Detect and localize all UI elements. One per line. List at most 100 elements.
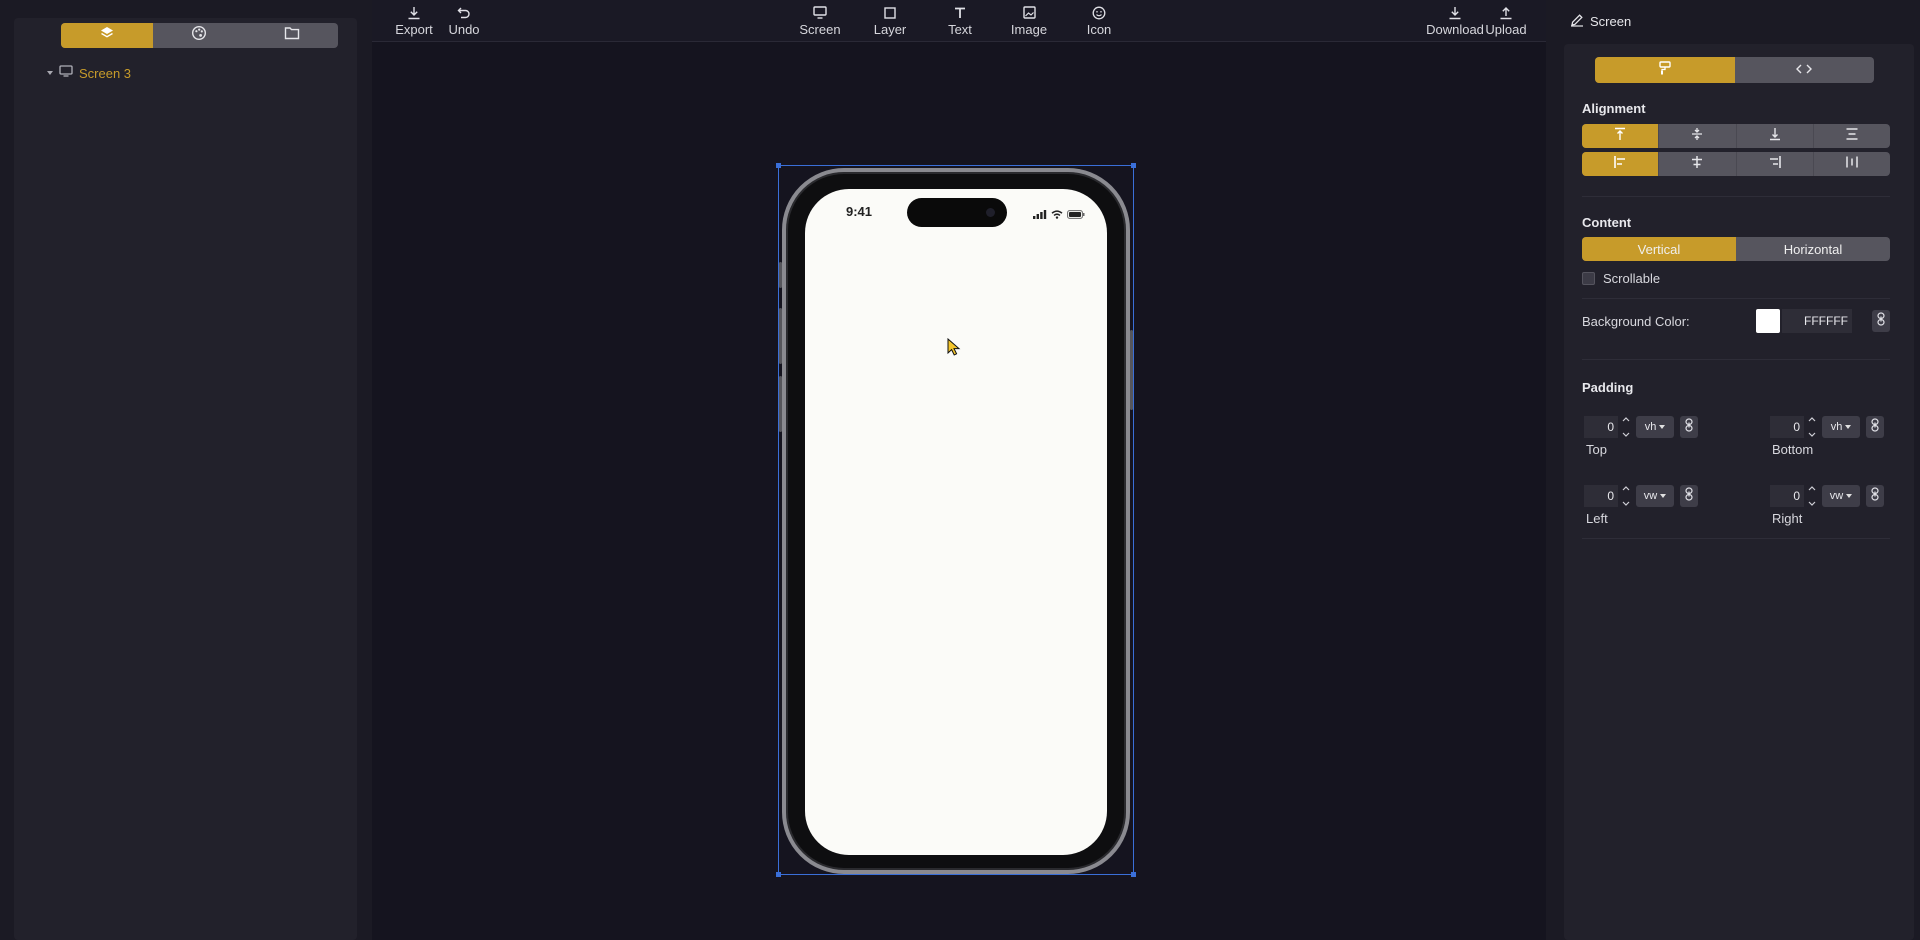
padding-left-unit-select[interactable]: vw [1636,485,1674,507]
add-text-button[interactable]: Text [932,4,988,37]
divider [1582,538,1890,539]
chevron-down-icon[interactable] [47,71,53,75]
properties-body: Alignment Content Vertical Horizontal Sc… [1564,44,1914,940]
padding-bottom-stepper[interactable] [1806,414,1818,440]
align-top-button[interactable] [1582,124,1660,148]
alignment-title: Alignment [1582,101,1646,116]
divider [1582,359,1890,360]
resize-handle-bottom-right[interactable] [1131,872,1136,877]
mouse-cursor-icon [947,337,961,361]
padding-right-stepper[interactable] [1806,483,1818,509]
padding-top-input[interactable]: 0 [1584,416,1618,438]
tab-code[interactable] [1735,57,1875,83]
align-bottom-icon [1768,127,1782,146]
padding-bottom-input[interactable]: 0 [1770,416,1804,438]
padding-right-unit-select[interactable]: vw [1822,485,1860,507]
padding-top-link-button[interactable] [1680,416,1698,438]
resize-handle-bottom-left[interactable] [776,872,781,877]
align-center-button[interactable] [1659,152,1737,176]
padding-bottom-control: 0 vh Bottom [1770,416,1890,476]
padding-bottom-link-button[interactable] [1866,416,1884,438]
properties-header: Screen [1546,0,1920,42]
scrollable-row[interactable]: Scrollable [1582,271,1660,286]
distribute-vertical-icon [1845,127,1859,146]
tree-item-screen[interactable]: Screen 3 [47,64,131,82]
add-image-button[interactable]: Image [1001,4,1057,37]
layer-tree-panel: Screen 3 [14,18,357,940]
tab-files[interactable] [246,23,338,48]
horizontal-alignment-group [1582,152,1890,176]
undo-button[interactable]: Undo [436,4,492,37]
link-icon [1871,486,1879,506]
content-vertical-option[interactable]: Vertical [1582,237,1736,261]
padding-left-stepper[interactable] [1620,483,1632,509]
link-icon [1685,486,1693,506]
properties-panel: Screen Alignment Content Vertical Horizo… [1546,0,1920,940]
add-icon-button[interactable]: Icon [1071,4,1127,37]
padding-top-stepper[interactable] [1620,414,1632,440]
chevron-down-icon [1846,494,1853,498]
code-icon [1796,61,1813,79]
download-icon [407,4,421,21]
left-panel-tabs [61,23,338,48]
paint-roller-icon [1658,60,1672,80]
padding-left-link-button[interactable] [1680,485,1698,507]
padding-right-input[interactable]: 0 [1770,485,1804,507]
padding-right-link-button[interactable] [1866,485,1884,507]
background-color-label: Background Color: [1582,314,1690,329]
padding-left-input[interactable]: 0 [1584,485,1618,507]
resize-handle-top-right[interactable] [1131,163,1136,168]
tab-design[interactable] [1595,57,1735,83]
smiley-icon [1092,4,1106,21]
align-middle-button[interactable] [1659,124,1737,148]
wifi-icon [1051,206,1063,224]
align-bottom-button[interactable] [1737,124,1814,148]
padding-bottom-label: Bottom [1772,442,1814,457]
upload-button[interactable]: Upload [1478,4,1534,37]
status-icons [1033,206,1085,224]
upload-icon [1499,4,1513,21]
tab-layers[interactable] [61,23,154,48]
tab-styles[interactable] [153,23,245,48]
padding-right-label: Right [1772,511,1803,526]
scrollable-checkbox[interactable] [1582,272,1595,285]
chevron-down-icon [1845,425,1852,429]
resize-handle-top-left[interactable] [776,163,781,168]
link-icon [1685,417,1693,437]
padding-left-label: Left [1586,511,1608,526]
export-button[interactable]: Export [386,4,442,37]
background-color-link-button[interactable] [1872,310,1890,332]
align-vertical-center-icon [1690,127,1704,146]
properties-title: Screen [1590,13,1632,29]
undo-icon [457,4,471,21]
download-button[interactable]: Download [1426,4,1484,37]
padding-top-control: 0 vh Top [1584,416,1704,476]
align-left-button[interactable] [1582,152,1660,176]
background-color-input[interactable]: FFFFFF [1782,309,1852,333]
padding-right-control: 0 vw Right [1770,485,1890,545]
padding-left-control: 0 vw Left [1584,485,1704,545]
phone-frame[interactable]: 9:41 [782,168,1130,874]
background-color-row: Background Color: FFFFFF [1582,309,1890,333]
add-layer-button[interactable]: Layer [862,4,918,37]
background-color-swatch[interactable] [1756,309,1780,333]
padding-title: Padding [1582,380,1634,395]
phone-screen[interactable]: 9:41 [805,189,1107,855]
align-left-icon [1613,155,1627,174]
chevron-down-icon [1659,425,1666,429]
tree-item-label: Screen 3 [79,65,132,81]
image-icon [1022,4,1036,21]
left-panel: Screen 3 [0,0,372,940]
scrollable-label: Scrollable [1603,271,1661,286]
distribute-vertical-button[interactable] [1814,124,1890,148]
padding-top-unit-select[interactable]: vh [1636,416,1674,438]
monitor-icon [59,64,73,82]
add-screen-button[interactable]: Screen [792,4,848,37]
align-right-button[interactable] [1737,152,1814,176]
padding-bottom-unit-select[interactable]: vh [1822,416,1860,438]
signal-icon [1033,206,1047,224]
dynamic-island [907,198,1007,227]
distribute-horizontal-button[interactable] [1814,152,1890,176]
link-icon [1877,311,1885,331]
content-horizontal-option[interactable]: Horizontal [1736,237,1890,261]
